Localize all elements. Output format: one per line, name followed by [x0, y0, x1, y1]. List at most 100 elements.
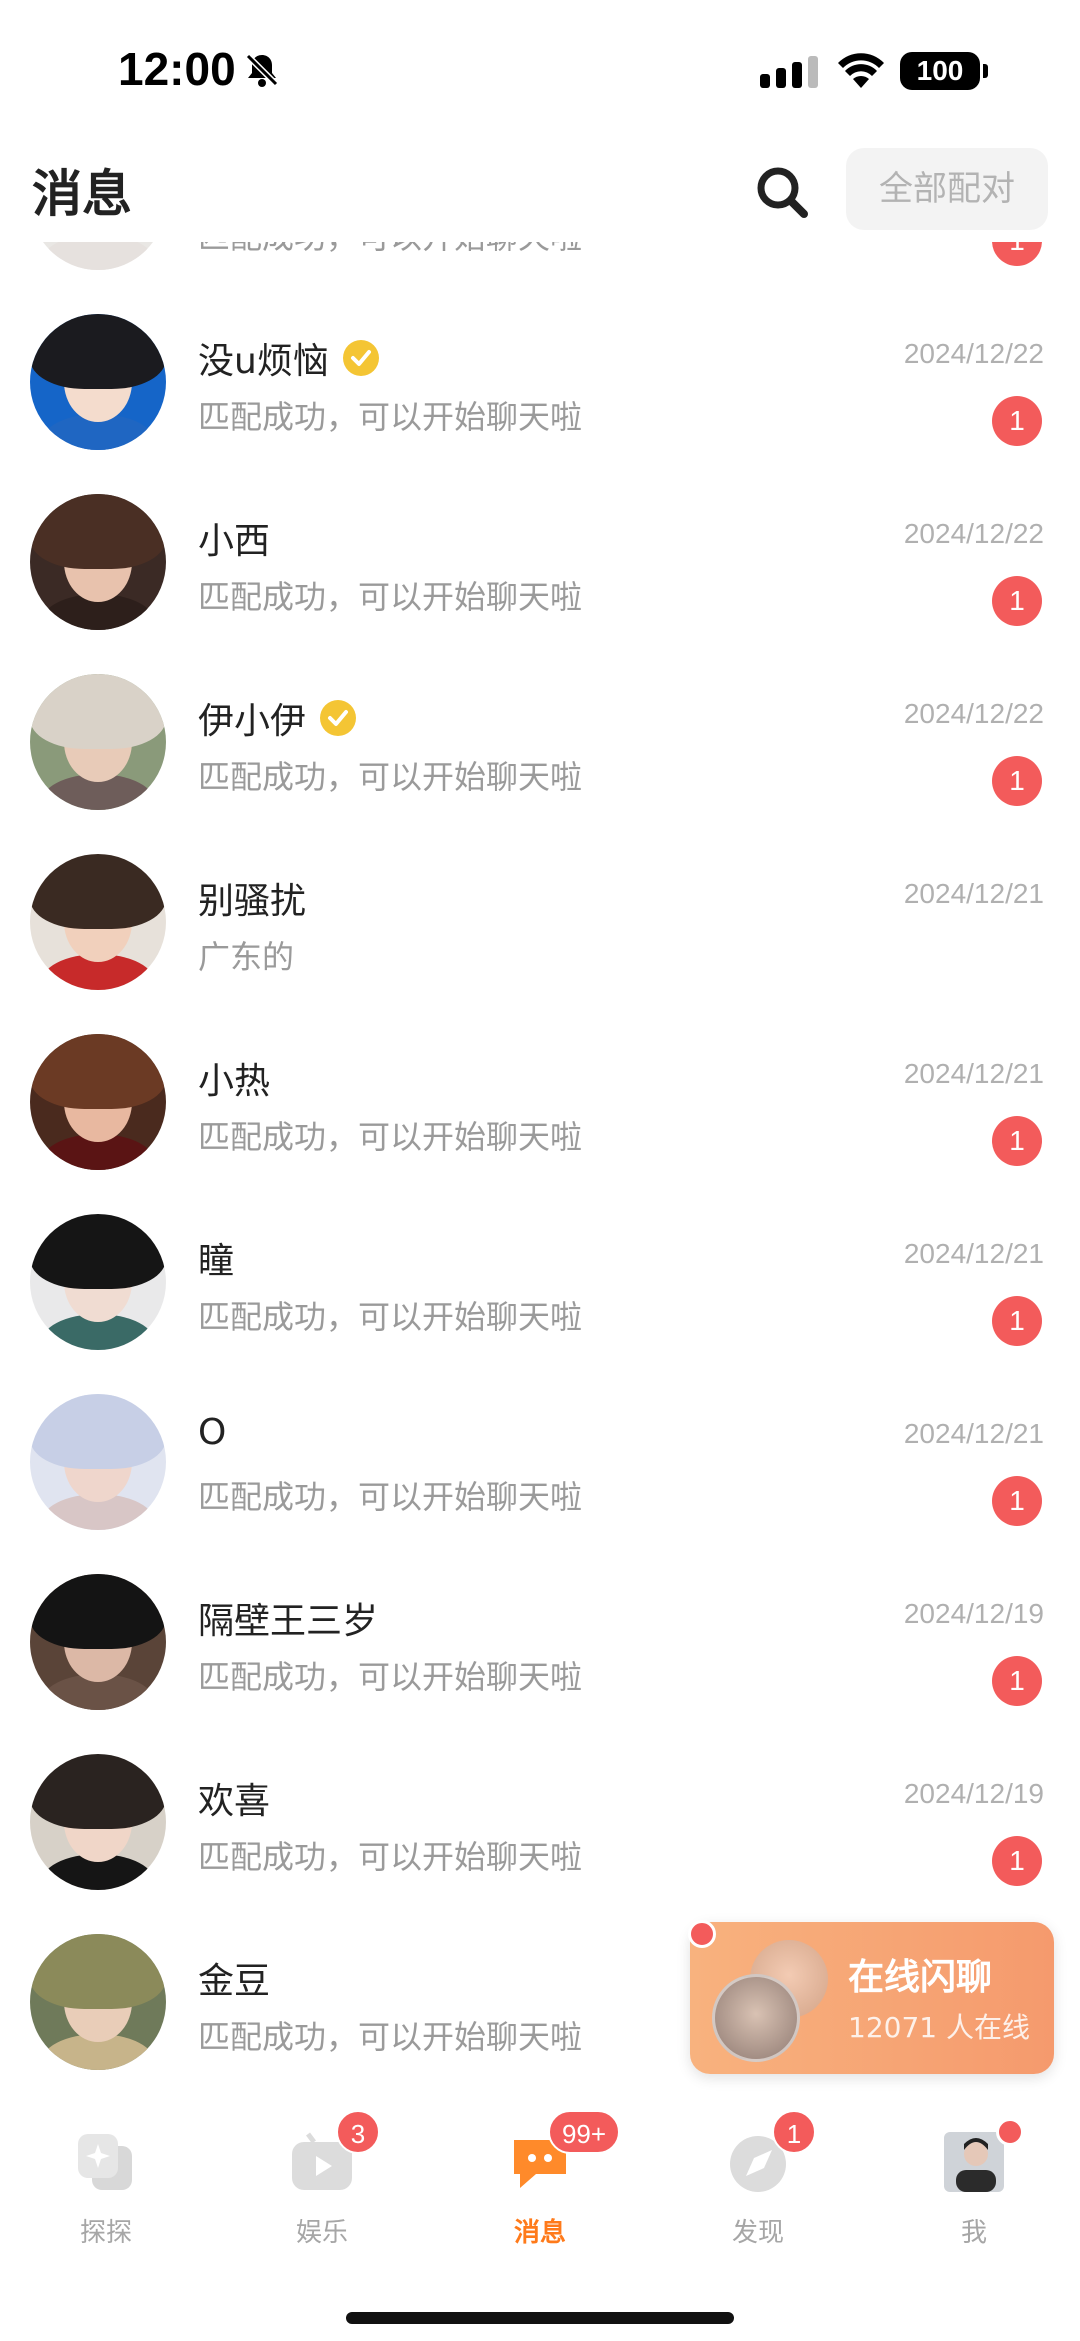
message-date: 2024/12/22: [903, 698, 1044, 729]
search-button[interactable]: [750, 160, 814, 224]
contact-name-text: 别骚扰: [198, 881, 307, 922]
notification-dot: [688, 1920, 716, 1948]
chat-row[interactable]: 瞳 2024/12/21 匹配成功，可以开始聊天啦 1: [0, 1214, 1080, 1394]
unread-badge: 1: [992, 576, 1042, 626]
unread-badge: 1: [992, 1836, 1042, 1886]
chat-row[interactable]: 伊小伊 2024/12/22 匹配成功，可以开始聊天啦 1: [0, 674, 1080, 854]
chat-row[interactable]: Xtina 2024/12/23 匹配成功，可以开始聊天啦 1: [0, 242, 1080, 314]
message-preview: 匹配成功，可以开始聊天啦: [198, 2018, 583, 2056]
tantan-icon: [74, 2130, 138, 2194]
message-preview: 匹配成功，可以开始聊天啦: [198, 758, 583, 796]
bottom-tab-bar: 探探 3 娱乐 99+ 消息 1 发现 我: [0, 2106, 1080, 2341]
contact-name: 别骚扰: [198, 872, 306, 924]
tab-tantan[interactable]: 探探: [36, 2126, 176, 2266]
message-preview: 广东的: [198, 938, 295, 976]
tab-label: 娱乐: [295, 2218, 348, 2248]
message-date: 2024/12/22: [903, 338, 1044, 369]
chat-row[interactable]: 欢喜 2024/12/19 匹配成功，可以开始聊天啦 1: [0, 1754, 1080, 1934]
message-date: 2024/12/21: [903, 1058, 1044, 1089]
tab-me[interactable]: 我: [904, 2118, 1044, 2266]
status-bar: 12:00 100: [0, 0, 1080, 140]
chat-row[interactable]: 小西 2024/12/22 匹配成功，可以开始聊天啦 1: [0, 494, 1080, 674]
cellular-signal-icon: [760, 56, 818, 88]
avatar[interactable]: [30, 1934, 166, 2070]
wifi-icon: [836, 52, 886, 94]
contact-name: 金豆: [198, 1952, 270, 2004]
chat-row[interactable]: 小热 2024/12/21 匹配成功，可以开始聊天啦 1: [0, 1034, 1080, 1214]
tab-badge: 99+: [548, 2110, 620, 2154]
contact-name: 瞳: [198, 1232, 234, 1284]
message-date: 2024/12/22: [903, 518, 1044, 549]
page-title: 消息: [32, 165, 132, 223]
unread-badge: 1: [992, 396, 1042, 446]
tab-discover[interactable]: 1 发现: [688, 2110, 828, 2266]
search-icon: [757, 167, 808, 218]
chat-row[interactable]: 隔壁王三岁 2024/12/19 匹配成功，可以开始聊天啦 1: [0, 1574, 1080, 1754]
contact-name: 隔壁王三岁: [198, 1592, 378, 1644]
status-time: 12:00: [118, 43, 236, 95]
contact-name-text: 瞳: [198, 1241, 235, 1282]
online-flash-chat-card[interactable]: 在线闪聊 12071 人在线: [690, 1922, 1054, 2074]
message-date: 2024/12/21: [903, 1238, 1044, 1269]
avatar[interactable]: [30, 314, 166, 450]
message-preview: 匹配成功，可以开始聊天啦: [198, 1658, 583, 1696]
tab-label: 发现: [731, 2218, 784, 2248]
flash-chat-avatar: [712, 1974, 800, 2062]
tab-label: 我: [960, 2218, 987, 2248]
contact-name-text: 小西: [198, 521, 271, 562]
profile-avatar: [942, 2130, 1006, 2194]
message-date: 2024/12/21: [903, 1418, 1044, 1449]
contact-name: 小热: [198, 1052, 270, 1104]
chat-list[interactable]: Xtina 2024/12/23 匹配成功，可以开始聊天啦 1 没u烦恼 202…: [0, 242, 1080, 2106]
contact-name-text: 没u烦恼: [198, 341, 329, 382]
avatar[interactable]: [30, 494, 166, 630]
tab-badge: 3: [336, 2110, 380, 2154]
contact-name: 欢喜: [198, 1772, 270, 1824]
avatar[interactable]: [30, 1754, 166, 1890]
message-preview: 匹配成功，可以开始聊天啦: [198, 1298, 583, 1336]
message-preview: 匹配成功，可以开始聊天啦: [198, 578, 583, 616]
avatar[interactable]: [30, 1034, 166, 1170]
avatar[interactable]: [30, 674, 166, 810]
avatar[interactable]: [30, 1214, 166, 1350]
notification-dot: [996, 2118, 1024, 2146]
avatar[interactable]: [30, 1574, 166, 1710]
message-preview: 匹配成功，可以开始聊天啦: [198, 242, 582, 258]
message-date: 2024/12/19: [903, 1778, 1044, 1809]
contact-name: O: [198, 1412, 226, 1453]
contact-name: 小西: [198, 512, 270, 564]
chat-row[interactable]: 没u烦恼 2024/12/22 匹配成功，可以开始聊天啦 1: [0, 314, 1080, 494]
contact-name: 伊小伊: [198, 692, 357, 744]
contact-name-text: O: [198, 1412, 227, 1453]
tab-badge: 1: [772, 2110, 816, 2154]
unread-badge: 1: [992, 1656, 1042, 1706]
message-preview: 匹配成功，可以开始聊天啦: [198, 1838, 583, 1876]
flash-chat-online-count: 12071 人在线: [848, 2011, 1030, 2044]
unread-badge: 1: [992, 756, 1042, 806]
avatar[interactable]: [30, 242, 166, 270]
unread-badge: 1: [992, 1296, 1042, 1346]
battery-indicator: 100: [900, 52, 988, 90]
message-preview: 匹配成功，可以开始聊天啦: [198, 398, 583, 436]
message-preview: 匹配成功，可以开始聊天啦: [198, 1478, 583, 1516]
verified-badge-icon: [320, 700, 357, 736]
avatar[interactable]: [30, 1394, 166, 1530]
contact-name-text: 欢喜: [198, 1781, 271, 1822]
tab-label: 探探: [79, 2218, 132, 2248]
header: 消息 全部配对: [0, 140, 1080, 240]
tab-label: 消息: [513, 2218, 566, 2248]
tab-messages[interactable]: 99+ 消息: [470, 2110, 620, 2266]
chat-row[interactable]: 别骚扰 2024/12/21 广东的: [0, 854, 1080, 1034]
contact-name-text: 金豆: [198, 1961, 271, 2002]
message-preview: 匹配成功，可以开始聊天啦: [198, 1118, 583, 1156]
bell-muted-icon: [242, 50, 282, 94]
avatar[interactable]: [30, 854, 166, 990]
contact-name-text: 小热: [198, 1061, 271, 1102]
tab-entertainment[interactable]: 3 娱乐: [252, 2110, 392, 2266]
message-date: 2024/12/21: [903, 878, 1044, 909]
contact-name: 没u烦恼: [198, 332, 379, 384]
contact-name-text: 隔壁王三岁: [198, 1601, 379, 1642]
message-date: 2024/12/19: [903, 1598, 1044, 1629]
chat-row[interactable]: O 2024/12/21 匹配成功，可以开始聊天啦 1: [0, 1394, 1080, 1574]
match-all-button[interactable]: 全部配对: [846, 148, 1048, 230]
